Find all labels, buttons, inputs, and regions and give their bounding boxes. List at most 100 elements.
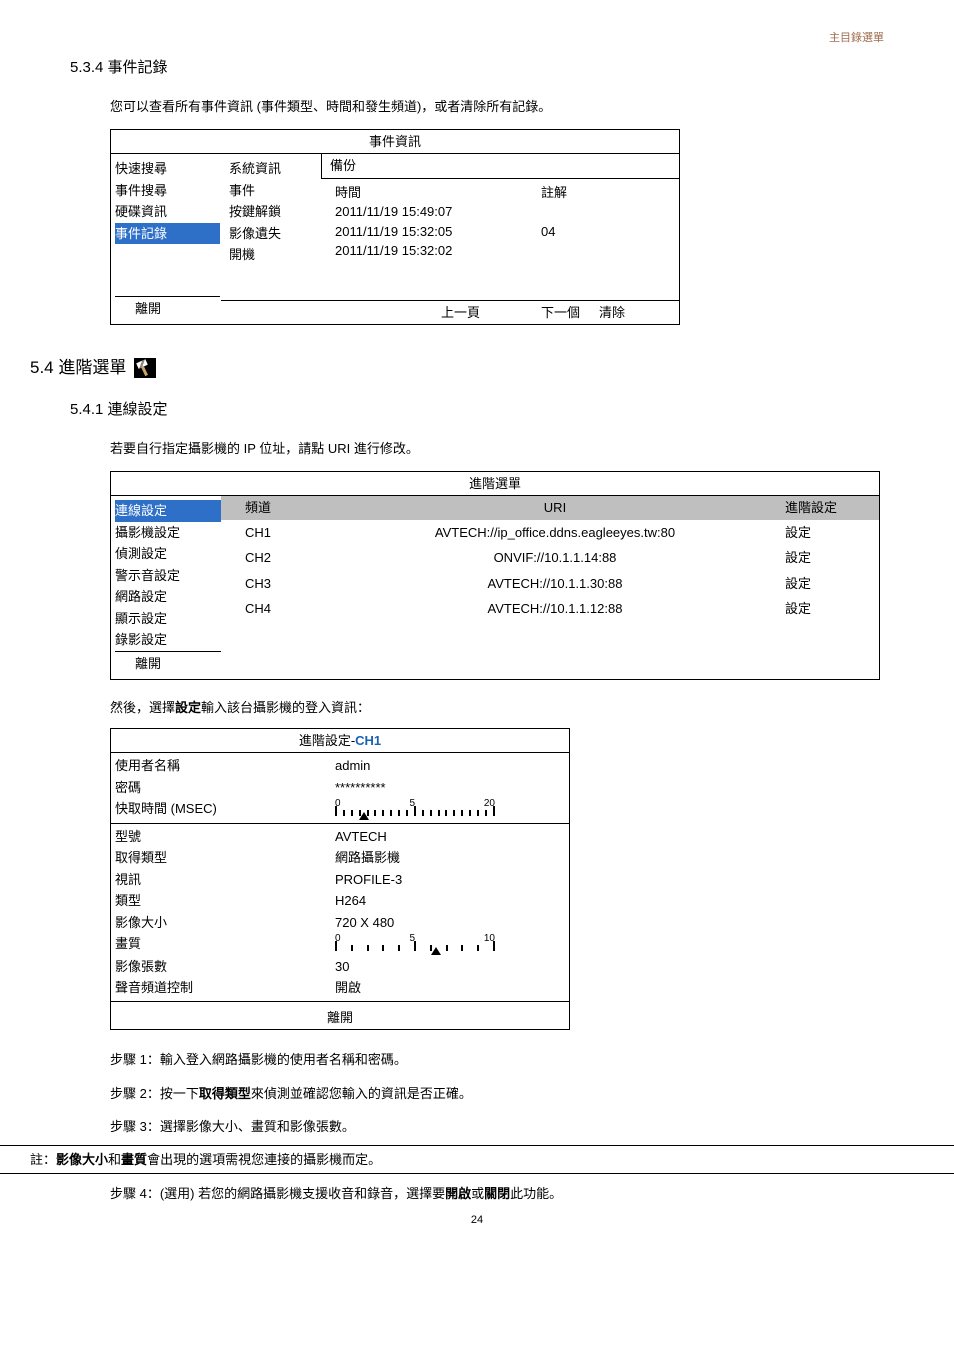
advanced-ch-header: 頻道 [221,496,331,520]
event-mid-column: 系統資訊事件按鍵解鎖影像遺失開機 [221,154,321,300]
event-clear-button[interactable]: 清除 [599,303,679,323]
advanced-leave-button[interactable]: 離開 [115,651,221,676]
advanced-ch-cell: CH3 [221,572,331,596]
quality-slider[interactable]: 0 5 10 [335,935,495,955]
event-time-cell: 2011/11/19 15:49:07 [321,202,521,222]
advanced-uri-cell[interactable]: ONVIF://10.1.1.14:88 [331,546,779,570]
event-prev-button[interactable]: 上一頁 [431,303,541,323]
ch1-label: 型號 [115,827,335,847]
advanced-set-header: 進階設定 [779,496,879,520]
then-paragraph: 然後，選擇設定輸入該台攝影機的登入資訊： [110,698,884,718]
ch1-row: 使用者名稱admin [111,755,569,777]
ch1-label: 影像大小 [115,913,335,933]
advanced-left-item[interactable]: 攝影機設定 [115,522,221,544]
event-mid-item[interactable]: 開機 [229,244,313,266]
event-footer: 上一頁 下一個 清除 [221,300,679,325]
ch1-value: ********** [335,778,569,798]
ch1-label: 影像張數 [115,957,335,977]
ch1-row: 型號AVTECH [111,826,569,848]
event-backup-area: 備份 [321,154,679,179]
advanced-ch-cell: CH1 [221,521,331,545]
advanced-set-button[interactable]: 設定 [779,521,879,545]
advanced-left-item[interactable]: 連線設定 [115,500,221,522]
section-534-title: 5.3.4 事件記錄 [70,57,884,80]
event-mid-item[interactable]: 影像遺失 [229,223,313,245]
advanced-left-item[interactable]: 警示音設定 [115,565,221,587]
event-left-item[interactable]: 硬碟資訊 [115,201,220,223]
event-time-cell: 2011/11/19 15:32:02 [321,241,521,261]
step-4: 步驟 4：(選用) 若您的網路攝影機支援收音和錄音，選擇要開啟或關閉此功能。 [110,1184,884,1204]
ch1-settings-table: 進階設定-CH1 使用者名稱admin密碼********** 快取時間 (MS… [110,728,570,1031]
ch1-value: admin [335,756,569,776]
event-info-table: 事件資訊 快速搜尋事件搜尋硬碟資訊事件記錄 離開 系統資訊事件按鍵解鎖影像遺失開… [110,129,680,326]
ch1-leave-button[interactable]: 離開 [111,1004,569,1030]
event-row: 2011/11/19 15:32:02 [321,241,679,261]
ch1-row: 影像張數30 [111,956,569,978]
ch1-value: 網路攝影機 [335,848,569,868]
event-next-button[interactable]: 下一個 [541,303,599,323]
advanced-uri-cell[interactable]: AVTECH://ip_office.ddns.eagleeyes.tw:80 [331,521,779,545]
advanced-header-row: 頻道 URI 進階設定 [221,496,879,520]
note-line: 註：影像大小和畫質會出現的選項需視您連接的攝影機而定。 [0,1145,954,1175]
ch1-value: H264 [335,891,569,911]
advanced-left-item[interactable]: 顯示設定 [115,608,221,630]
step-3: 步驟 3：選擇影像大小、畫質和影像張數。 [110,1117,884,1137]
event-left-column: 快速搜尋事件搜尋硬碟資訊事件記錄 離開 [111,154,221,324]
ch1-table-title: 進階設定-CH1 [111,729,569,754]
advanced-uri-header: URI [331,496,779,520]
cache-time-label: 快取時間 (MSEC) [115,799,335,820]
section-541-desc: 若要自行指定攝影機的 IP 位址，請點 URI 進行修改。 [110,439,884,459]
event-time-header: 時間 [321,183,521,203]
step-2: 步驟 2：按一下取得類型來偵測並確認您輸入的資訊是否正確。 [110,1084,884,1104]
ch1-row: 視訊PROFILE-3 [111,869,569,891]
page-number: 24 [70,1212,884,1229]
ch1-row: 類型H264 [111,890,569,912]
event-left-item[interactable]: 事件記錄 [115,223,220,245]
ch1-label: 取得類型 [115,848,335,868]
advanced-set-button[interactable]: 設定 [779,597,879,621]
advanced-table-title: 進階選單 [111,472,879,497]
advanced-ch-cell: CH2 [221,546,331,570]
event-mid-item[interactable]: 按鍵解鎖 [229,201,313,223]
ch1-value: 30 [335,957,569,977]
advanced-row: CH3AVTECH://10.1.1.30:88設定 [221,571,879,597]
event-note-cell: 04 [521,222,641,242]
page-header-tag: 主目錄選單 [70,30,884,47]
ch1-value: PROFILE-3 [335,870,569,890]
event-leave-button[interactable]: 離開 [115,296,220,321]
event-left-item[interactable]: 快速搜尋 [115,158,220,180]
ch1-label: 視訊 [115,870,335,890]
ch1-label: 類型 [115,891,335,911]
event-mid-item[interactable]: 事件 [229,180,313,202]
advanced-uri-cell[interactable]: AVTECH://10.1.1.12:88 [331,597,779,621]
section-54-title: 5.4 進階選單 [30,355,884,381]
cache-time-slider[interactable]: 0 5 20 [335,800,495,820]
event-note-cell [521,202,641,222]
advanced-left-item[interactable]: 網路設定 [115,586,221,608]
ch1-label: 密碼 [115,778,335,798]
hammer-icon [134,358,156,378]
event-note-cell [521,241,641,261]
event-note-header: 註解 [521,183,641,203]
ch1-value: 開啟 [335,978,569,998]
section-534-desc: 您可以查看所有事件資訊 (事件類型、時間和發生頻道)，或者清除所有記錄。 [110,97,884,117]
advanced-left-column: 連線設定攝影機設定偵測設定警示音設定網路設定顯示設定錄影設定 離開 [111,496,221,679]
event-table-title: 事件資訊 [111,130,679,155]
event-row: 2011/11/19 15:32:0504 [321,222,679,242]
ch1-row: 取得類型網路攝影機 [111,847,569,869]
section-541-title: 5.4.1 連線設定 [70,399,884,422]
ch1-value: AVTECH [335,827,569,847]
advanced-row: CH4AVTECH://10.1.1.12:88設定 [221,596,879,622]
event-mid-item[interactable]: 系統資訊 [229,158,313,180]
event-time-cell: 2011/11/19 15:32:05 [321,222,521,242]
advanced-left-item[interactable]: 偵測設定 [115,543,221,565]
advanced-set-button[interactable]: 設定 [779,546,879,570]
ch1-value: 720 X 480 [335,913,569,933]
advanced-ch-cell: CH4 [221,597,331,621]
advanced-left-item[interactable]: 錄影設定 [115,629,221,651]
advanced-set-button[interactable]: 設定 [779,572,879,596]
advanced-uri-cell[interactable]: AVTECH://10.1.1.30:88 [331,572,779,596]
event-left-item[interactable]: 事件搜尋 [115,180,220,202]
advanced-menu-table: 進階選單 連線設定攝影機設定偵測設定警示音設定網路設定顯示設定錄影設定 離開 頻… [110,471,880,681]
advanced-row: CH2ONVIF://10.1.1.14:88設定 [221,545,879,571]
